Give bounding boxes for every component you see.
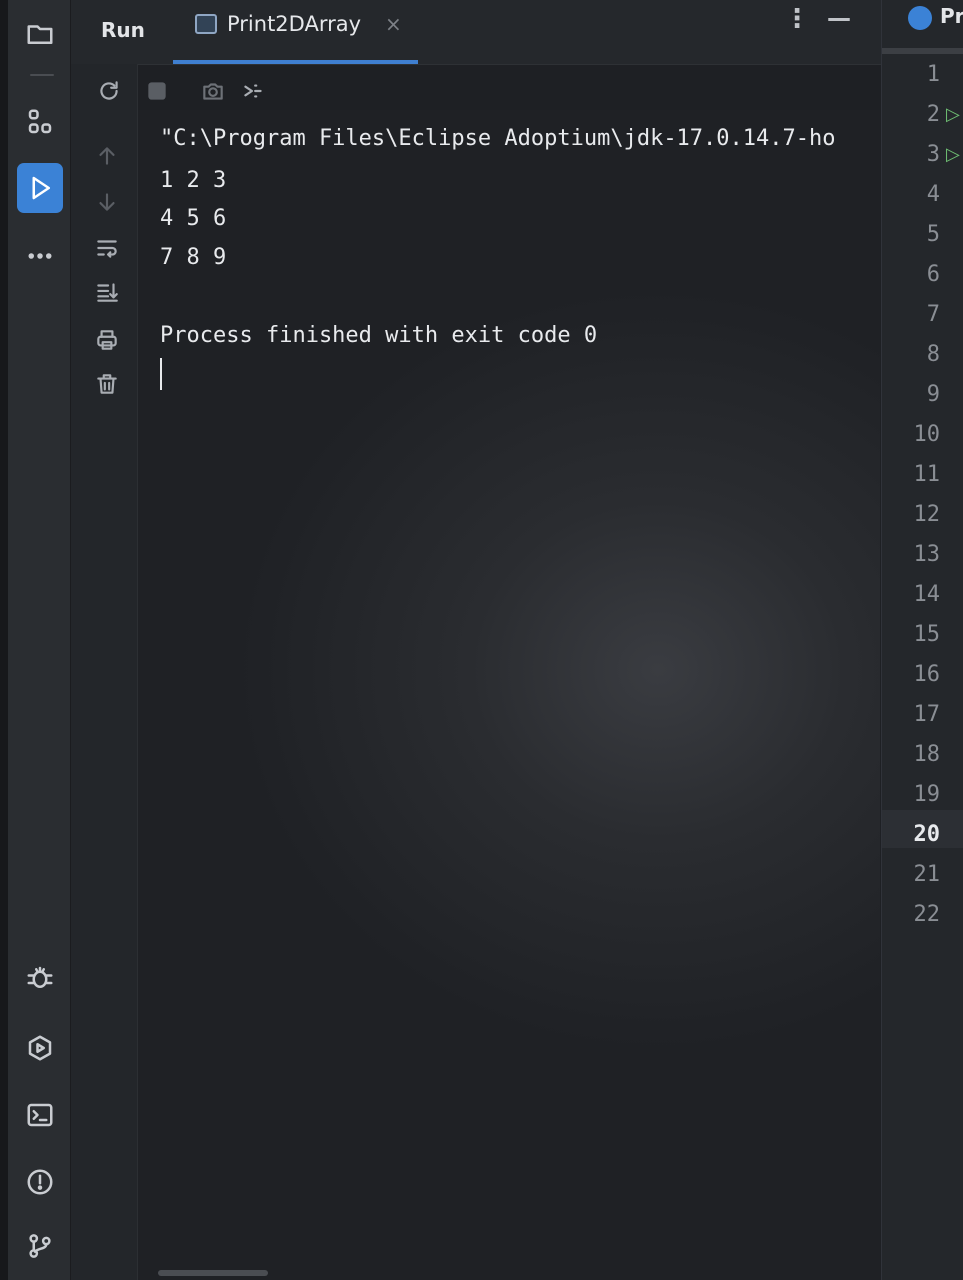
print-icon[interactable] [93,326,121,354]
console-tool-column [71,64,138,1280]
line-number[interactable]: 3 [900,142,940,167]
scroll-to-end-icon[interactable] [93,278,121,306]
window-edge [0,0,8,1280]
line-number[interactable]: 9 [900,382,940,407]
command-line: "C:\Program Files\Eclipse Adoptium\jdk-1… [160,126,836,151]
horizontal-scrollbar[interactable] [158,1270,268,1276]
options-menu-icon[interactable]: ⋮ [784,4,810,34]
run-config-icon [195,14,217,34]
divider [30,74,54,76]
structure-icon[interactable] [20,102,60,142]
text-caret [160,358,162,390]
line-number[interactable]: 7 [900,302,940,327]
close-icon[interactable]: × [385,12,402,36]
line-number[interactable]: 5 [900,222,940,247]
line-number[interactable]: 22 [900,902,941,927]
line-number[interactable]: 11 [900,462,941,487]
down-arrow-icon[interactable] [93,188,121,216]
line-number[interactable]: 15 [900,622,941,647]
line-number[interactable]: 17 [900,702,941,727]
pin-icon[interactable] [238,76,268,106]
editor-tab-underline [882,48,963,54]
output-line: 4 5 6 [160,206,227,231]
exit-status-line: Process finished with exit code 0 [160,323,598,348]
services-icon[interactable] [20,1028,60,1068]
camera-icon[interactable] [198,76,228,106]
run-icon[interactable] [17,163,63,213]
tab-label: Print2DArray [227,12,362,36]
line-number[interactable]: 10 [900,422,941,447]
minimize-icon[interactable]: — [827,4,851,32]
stop-icon[interactable] [142,76,172,106]
debug-icon[interactable] [20,958,60,998]
more-icon[interactable] [20,236,60,276]
line-number[interactable]: 8 [900,342,940,367]
console-output[interactable]: "C:\Program Files\Eclipse Adoptium\jdk-1… [138,110,880,1280]
line-number[interactable]: 6 [900,262,940,287]
git-icon[interactable] [20,1226,60,1266]
problems-icon[interactable] [20,1162,60,1202]
tab-print2darray[interactable]: Print2DArray × [173,0,418,64]
output-line: 7 8 9 [160,245,227,270]
run-gutter-icon[interactable]: ▷ [946,144,962,165]
editor-gutter: Pr 1 2 3 4 5 6 7 8 9 10 11 12 13 14 15 16 17 18 19 20 21 22 ▷… [881,0,963,1280]
soft-wrap-icon[interactable] [93,234,121,262]
left-tool-bar [8,0,71,1280]
line-number[interactable]: 21 [900,862,941,887]
line-number[interactable]: 19 [900,782,941,807]
line-number[interactable]: 1 [900,62,940,87]
trash-icon[interactable] [93,370,121,398]
output-line: 1 2 3 [160,168,227,193]
up-arrow-icon[interactable] [93,142,121,170]
line-number[interactable]: 14 [900,582,941,607]
line-number[interactable]: 13 [900,542,941,567]
editor-tab-label[interactable]: Pr [940,4,963,28]
line-number[interactable]: 20 [900,822,941,847]
run-tool-window-header: Run Print2DArray × ⋮ — [71,0,881,65]
rerun-icon[interactable] [94,76,124,106]
line-number[interactable]: 2 [900,102,940,127]
line-number[interactable]: 4 [900,182,940,207]
folder-icon[interactable] [20,14,60,54]
line-number[interactable]: 16 [900,662,941,687]
java-class-icon [908,6,932,30]
terminal-icon[interactable] [20,1095,60,1135]
line-number[interactable]: 18 [900,742,941,767]
console-toolbar [90,76,290,108]
run-title: Run [101,18,145,42]
run-gutter-icon[interactable]: ▷ [946,104,962,125]
line-number[interactable]: 12 [900,502,941,527]
